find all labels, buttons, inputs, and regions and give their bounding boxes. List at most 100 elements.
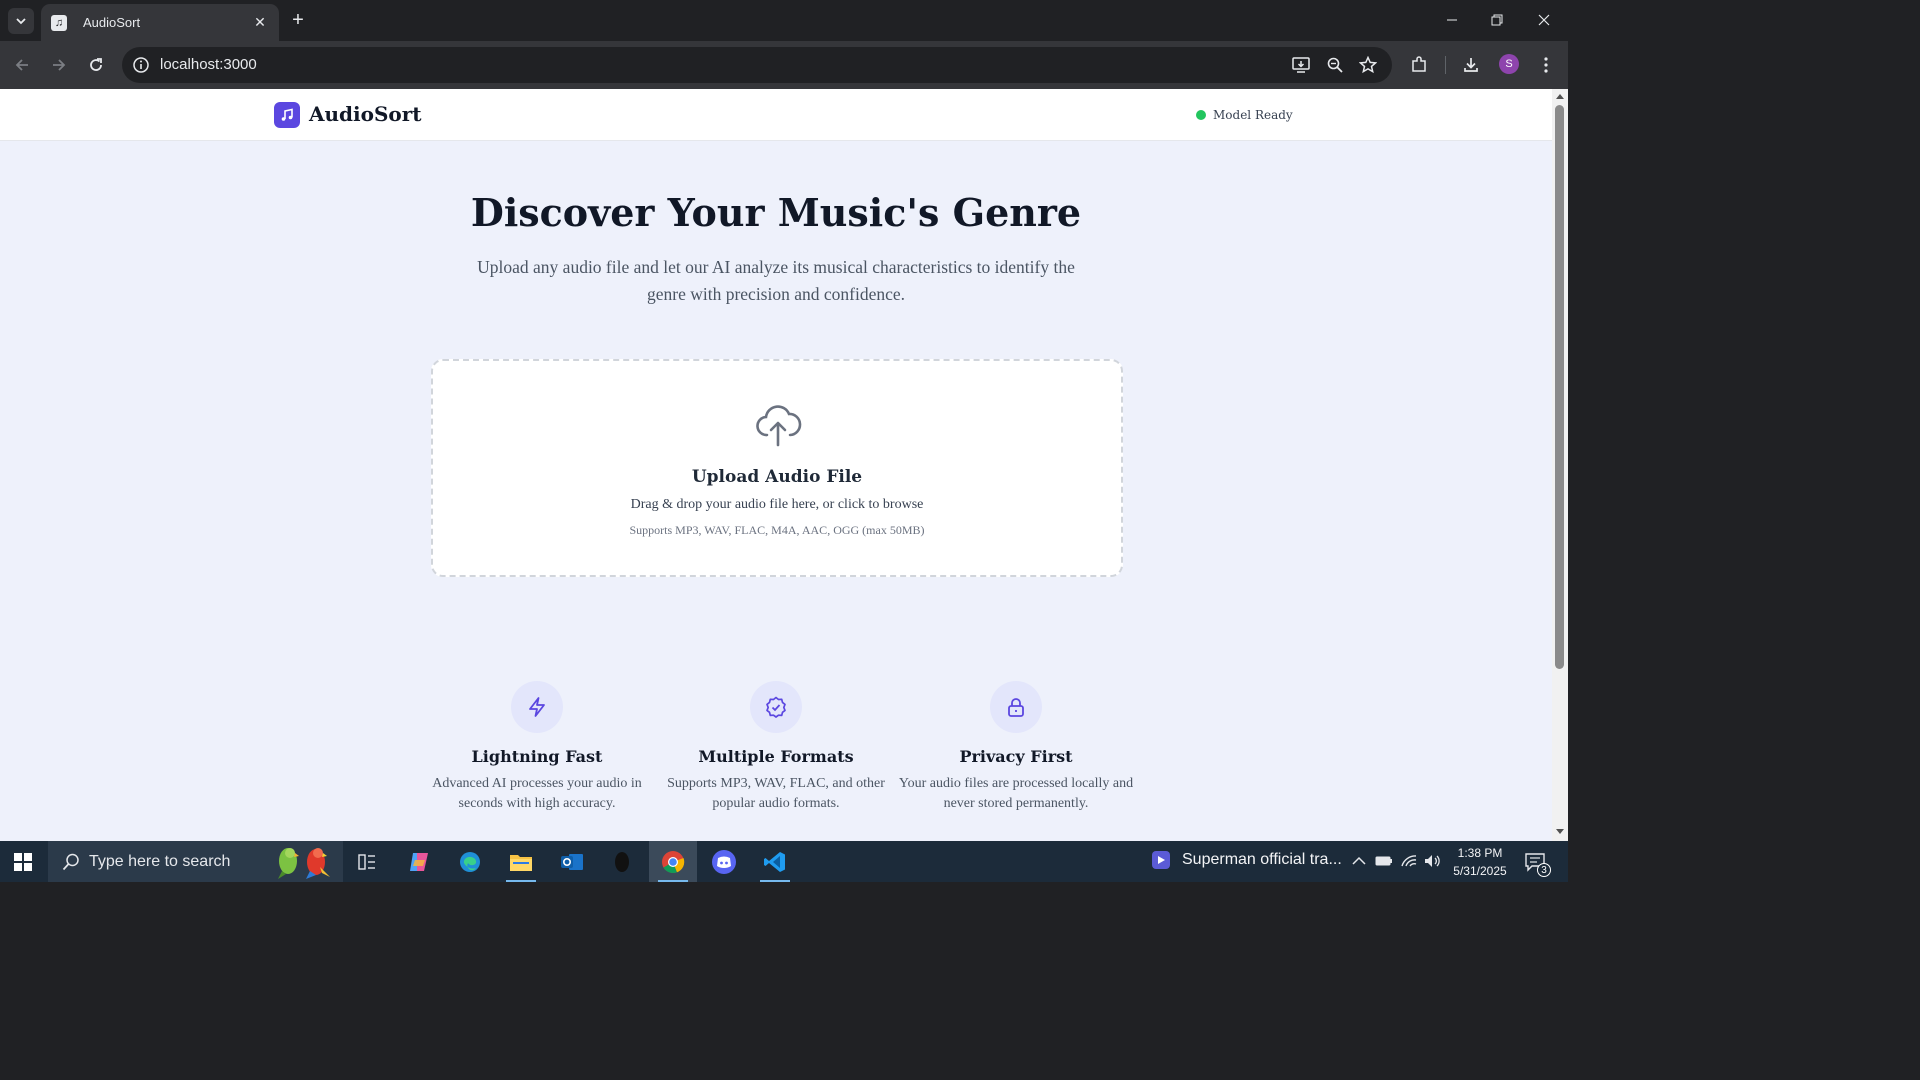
cloud-upload-icon <box>756 405 802 447</box>
play-icon <box>1152 851 1170 869</box>
chrome-icon <box>662 850 685 873</box>
feature-description: Your audio files are processed locally a… <box>898 776 1134 811</box>
outlook-icon <box>561 853 583 870</box>
feature-multiple-formats: Multiple Formats Supports MP3, WAV, FLAC… <box>656 681 896 814</box>
bookmark-star-icon[interactable] <box>1358 55 1378 75</box>
browser-tab-strip: ♫ AudioSort ✕ + <box>0 0 1568 41</box>
zoom-icon[interactable] <box>1325 55 1345 75</box>
copilot-icon <box>410 852 428 871</box>
tab-search-button[interactable] <box>8 8 34 34</box>
discord-icon <box>712 849 736 874</box>
upload-description: Drag & drop your audio file here, or cli… <box>630 497 924 512</box>
arrow-left-icon <box>15 59 28 71</box>
parrots-icon[interactable] <box>270 845 336 879</box>
restore-button[interactable] <box>1482 8 1512 32</box>
taskbar-clock[interactable]: 1:38 PM 5/31/2025 <box>1444 844 1516 880</box>
taskbar-edge[interactable] <box>446 841 494 882</box>
downloads-icon[interactable] <box>1459 53 1483 77</box>
battery-icon[interactable] <box>1375 852 1393 870</box>
volume-icon[interactable] <box>1424 852 1442 870</box>
running-indicator <box>658 880 688 882</box>
arrow-right-icon <box>53 59 66 71</box>
task-view-button[interactable] <box>343 841 391 882</box>
minimize-button[interactable] <box>1437 8 1467 32</box>
taskbar-file-explorer[interactable] <box>497 841 545 882</box>
upload-formats: Supports MP3, WAV, FLAC, M4A, AAC, OGG (… <box>629 523 925 537</box>
taskbar-copilot[interactable] <box>395 841 443 882</box>
upload-dropzone[interactable]: Upload Audio File Drag & drop your audio… <box>431 359 1123 577</box>
scroll-up-arrow-icon[interactable] <box>1556 94 1564 99</box>
windows-start-icon[interactable] <box>14 853 32 871</box>
chevron-up-icon[interactable] <box>1350 852 1368 870</box>
page-viewport: AudioSort Model Ready Discover Your Musi… <box>0 89 1552 841</box>
scroll-down-arrow-icon[interactable] <box>1556 829 1564 834</box>
site-header: AudioSort Model Ready <box>0 89 1552 141</box>
running-indicator <box>506 880 536 882</box>
status-label: Model Ready <box>1213 108 1293 122</box>
chevron-down-icon <box>16 18 26 25</box>
taskbar-outlook[interactable] <box>548 841 596 882</box>
taskbar-chrome[interactable] <box>649 841 697 882</box>
tab-title: AudioSort <box>83 15 141 30</box>
feature-title: Privacy First <box>959 747 1073 766</box>
page-scrollbar[interactable] <box>1552 89 1568 841</box>
page-subtitle: Upload any audio file and let our AI ana… <box>477 257 1075 304</box>
install-app-icon[interactable] <box>1291 55 1311 75</box>
upload-title: Upload Audio File <box>691 467 863 487</box>
search-icon <box>62 853 79 871</box>
forward-button[interactable] <box>47 53 71 77</box>
edge-icon <box>460 851 480 872</box>
dark-app-icon <box>615 851 629 872</box>
close-tab-icon[interactable]: ✕ <box>251 14 269 31</box>
notification-count-badge: 3 <box>1537 863 1551 877</box>
clock-time: 1:38 PM <box>1457 846 1503 860</box>
back-button[interactable] <box>10 53 34 77</box>
restore-icon <box>1491 14 1503 26</box>
taskbar-vscode[interactable] <box>751 841 799 882</box>
search-placeholder[interactable]: Type here to search <box>89 853 230 871</box>
music-favicon-icon: ♫ <box>51 14 67 31</box>
scroll-thumb[interactable] <box>1555 105 1564 669</box>
status-dot <box>1196 110 1206 120</box>
clock-date: 5/31/2025 <box>1453 864 1507 878</box>
feature-lightning-fast: Lightning Fast Advanced AI processes you… <box>417 681 657 814</box>
wifi-icon[interactable] <box>1400 852 1418 870</box>
site-info-icon[interactable] <box>132 56 150 74</box>
task-view-icon <box>358 853 375 870</box>
windows-taskbar: Type here to search Superman official tr… <box>0 841 1568 882</box>
check-badge-icon <box>750 681 802 733</box>
folder-icon <box>510 854 532 871</box>
browser-tab[interactable]: ♫ AudioSort ✕ <box>41 4 279 41</box>
model-status: Model Ready <box>1196 108 1293 122</box>
feature-title: Multiple Formats <box>698 747 854 766</box>
new-tab-button[interactable]: + <box>287 9 309 31</box>
taskbar-search-box[interactable]: Type here to search <box>48 841 343 882</box>
reload-button[interactable] <box>84 53 108 77</box>
vscode-icon <box>764 851 785 872</box>
minimize-icon <box>1447 19 1457 21</box>
logo-icon[interactable] <box>274 102 300 128</box>
close-window-button[interactable] <box>1529 8 1559 32</box>
media-title: Superman official tra... <box>1182 851 1342 868</box>
profile-avatar[interactable]: S <box>1499 54 1519 74</box>
address-bar[interactable]: localhost:3000 <box>122 47 1392 83</box>
browser-toolbar: localhost:3000 S <box>0 41 1568 89</box>
close-icon <box>1538 14 1550 26</box>
url-text[interactable]: localhost:3000 <box>160 56 257 73</box>
feature-title: Lightning Fast <box>471 747 603 766</box>
lock-icon <box>990 681 1042 733</box>
media-playing-widget[interactable]: Superman official tra... <box>1152 851 1342 869</box>
more-menu-icon[interactable] <box>1534 53 1558 77</box>
reload-icon <box>90 58 102 71</box>
toolbar-divider <box>1445 56 1446 74</box>
page-title: Discover Your Music's Genre <box>470 190 1082 235</box>
taskbar-app-dark[interactable] <box>598 841 646 882</box>
running-indicator <box>760 880 790 882</box>
feature-description: Advanced AI processes your audio in seco… <box>432 776 642 811</box>
extensions-icon[interactable] <box>1407 53 1431 77</box>
brand-name[interactable]: AudioSort <box>309 102 422 126</box>
feature-description: Supports MP3, WAV, FLAC, and other popul… <box>667 776 885 811</box>
lightning-icon <box>511 681 563 733</box>
taskbar-discord[interactable] <box>700 841 748 882</box>
feature-privacy-first: Privacy First Your audio files are proce… <box>896 681 1136 814</box>
